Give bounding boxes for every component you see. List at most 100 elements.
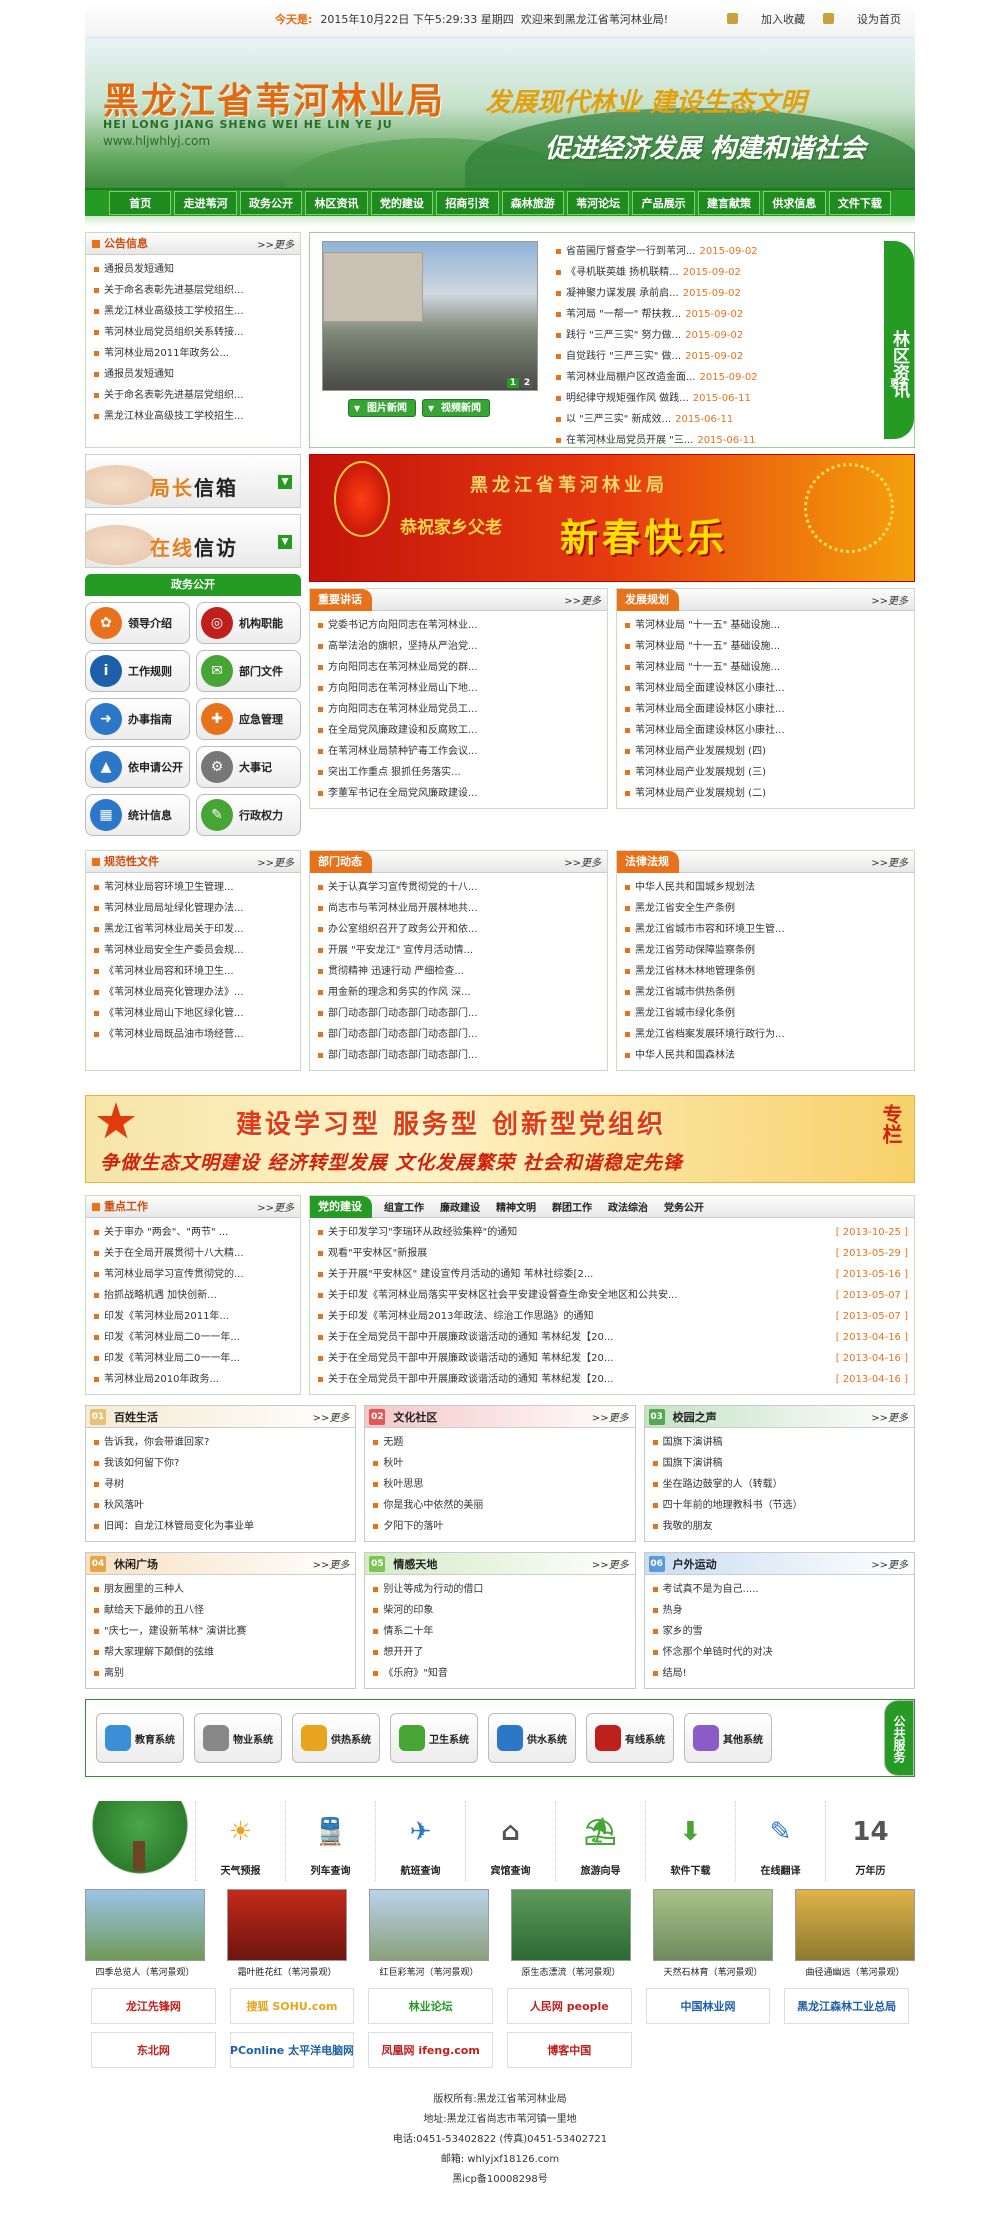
list-item[interactable]: 旧闻：自龙江林管局变化为事业单	[92, 1516, 349, 1537]
scenic-photo[interactable]: 天然石林育（苇河景观）	[653, 1889, 773, 1978]
scenic-photo[interactable]: 四季总览人（苇河景观）	[85, 1889, 205, 1978]
list-item[interactable]: 苇河林业局产业发展规划 (四)	[623, 741, 908, 762]
list-item[interactable]: 方向阳同志在苇河林业局党的群...	[316, 657, 601, 678]
gov-item[interactable]: ➜ 办事指南	[85, 698, 190, 740]
list-item[interactable]: 苇河林业局2010年政务...	[92, 1369, 294, 1390]
list-item[interactable]: 别让等成为行动的借口	[371, 1579, 628, 1600]
list-item[interactable]: 印发《苇河林业局2011年...	[92, 1306, 294, 1327]
friend-link-logo[interactable]: 搜狐 SOHU.com	[229, 1988, 355, 2024]
photo-pager[interactable]: 12	[505, 378, 533, 388]
gov-item[interactable]: ◎ 机构职能	[196, 602, 301, 644]
list-item[interactable]: 部门动态部门动态部门动态部门...	[316, 1024, 601, 1045]
scenic-photo[interactable]: 原生态漂流（苇河景观）	[511, 1889, 631, 1978]
list-item[interactable]: 《乐府》"知音	[371, 1663, 628, 1684]
nav-item[interactable]: 建言献策	[697, 191, 761, 215]
list-item[interactable]: 我该如何留下你?	[92, 1453, 349, 1474]
scenic-photo[interactable]: 红巨彩苇河（苇河景观）	[369, 1889, 489, 1978]
more-link[interactable]: >>更多	[871, 1556, 908, 1571]
list-item[interactable]: 帮大家理解下颠倒的弦维	[92, 1642, 349, 1663]
list-item[interactable]: 家乡的雪	[651, 1621, 908, 1642]
list-item[interactable]: 通报员发短通知	[92, 259, 294, 280]
list-item[interactable]: 秋叶	[371, 1453, 628, 1474]
gov-item[interactable]: ✉ 部门文件	[196, 650, 301, 692]
party-item[interactable]: [ 2013-04-16 ] 关于在全局党员干部中开展廉政谈谐活动的通知 苇林纪发…	[316, 1348, 908, 1369]
list-item[interactable]: 黑龙江省安全生产条例	[623, 898, 908, 919]
list-item[interactable]: 秋风落叶	[92, 1495, 349, 1516]
gov-item[interactable]: ⚙ 大事记	[196, 746, 301, 788]
add-favorite-link[interactable]: 加入收藏	[727, 12, 805, 26]
party-item[interactable]: [ 2013-05-16 ] 关于开展"平安林区" 建设宣传月活动的通知 苇林社综…	[316, 1264, 908, 1285]
list-item[interactable]: 印发《苇河林业局二0一一年...	[92, 1348, 294, 1369]
list-item[interactable]: 用金新的理念和务实的作风 深...	[316, 982, 601, 1003]
list-item[interactable]: 黑龙江林业高级技工学校招生...	[92, 406, 294, 427]
list-item[interactable]: 我敬的朋友	[651, 1516, 908, 1537]
friend-link-logo[interactable]: PConline 太平洋电脑网	[229, 2032, 355, 2068]
news-item[interactable]: 苇河林业局棚户区改造金面... 2015-09-02	[554, 367, 878, 388]
list-item[interactable]: 关于命名表彰先进基层党组织...	[92, 280, 294, 301]
more-link[interactable]: >>更多	[313, 1409, 350, 1424]
more-link[interactable]: >>更多	[313, 1556, 350, 1571]
party-tab[interactable]: 政法综治	[608, 1199, 648, 1214]
friend-link-logo[interactable]: 黑龙江森林工业总局	[784, 1988, 909, 2024]
forest-more-link[interactable]: 更多	[884, 369, 914, 399]
list-item[interactable]: 离别	[92, 1663, 349, 1684]
scenic-photo[interactable]: 霜叶胜花红（苇河景观）	[227, 1889, 347, 1978]
list-item[interactable]: 情系二十年	[371, 1621, 628, 1642]
list-item[interactable]: "庆七一，建设新苇林" 演讲比赛	[92, 1621, 349, 1642]
more-link[interactable]: >>更多	[592, 1556, 629, 1571]
gov-item[interactable]: ✿ 领导介绍	[85, 602, 190, 644]
friend-link-logo[interactable]: 林业论坛	[368, 1988, 493, 2024]
list-item[interactable]: 想开开了	[371, 1642, 628, 1663]
nav-item[interactable]: 首页	[109, 191, 172, 215]
list-item[interactable]: 苇河林业局 "十一五" 基础设施...	[623, 615, 908, 636]
party-item[interactable]: [ 2013-05-29 ] 观看"平安林区"新报展	[316, 1243, 908, 1264]
list-item[interactable]: 苇河林业局产业发展规划 (二)	[623, 783, 908, 804]
party-item[interactable]: [ 2013-05-07 ] 关于印发《苇河林业局落实平安林区社会平安建设督查生命…	[316, 1285, 908, 1306]
list-item[interactable]: 办公室组织召开了政务公开和依...	[316, 919, 601, 940]
friend-link-logo[interactable]: 博客中国	[506, 2032, 632, 2068]
list-item[interactable]: 苇河林业局安全生产委员会规...	[92, 940, 294, 961]
friend-link-logo[interactable]: 龙江先锋网	[91, 1988, 216, 2024]
more-link[interactable]: >>更多	[592, 1409, 629, 1424]
list-item[interactable]: 抬抓战略机遇 加快创新...	[92, 1285, 294, 1306]
list-item[interactable]: 苇河林业局局址绿化管理办法...	[92, 898, 294, 919]
forest-info-tab[interactable]: 林区资讯 更多	[884, 241, 914, 439]
list-item[interactable]: 黑龙江省林木林地管理条例	[623, 961, 908, 982]
list-item[interactable]: 黑龙江省劳动保障监察条例	[623, 940, 908, 961]
service-button[interactable]: 供水系统	[488, 1713, 576, 1763]
list-item[interactable]: 考试真不是为自己.....	[651, 1579, 908, 1600]
list-item[interactable]: 苇河林业局学习宣传贯彻党的...	[92, 1264, 294, 1285]
list-item[interactable]: 关于认真学习宣传贯彻党的十八...	[316, 877, 601, 898]
photo-news-button[interactable]: 图片新闻	[348, 399, 416, 418]
list-item[interactable]: 通报员发短通知	[92, 364, 294, 385]
list-item[interactable]: 结局!	[651, 1663, 908, 1684]
nav-item[interactable]: 党的建设	[370, 191, 434, 215]
list-item[interactable]: 献给天下最帅的丑八怪	[92, 1600, 349, 1621]
tool-link[interactable]: 🚆 列车查询	[285, 1801, 375, 1881]
list-item[interactable]: 在苇河林业局禁种铲毒工作会议...	[316, 741, 601, 762]
service-button[interactable]: 教育系统	[96, 1713, 184, 1763]
tool-link[interactable]: ☀ 天气预报	[195, 1801, 285, 1881]
list-item[interactable]: 部门动态部门动态部门动态部门...	[316, 1003, 601, 1024]
more-link[interactable]: >>更多	[871, 1409, 908, 1424]
service-button[interactable]: 卫生系统	[390, 1713, 478, 1763]
nav-item[interactable]: 林区资讯	[305, 191, 368, 215]
tool-link[interactable]: 14 万年历	[825, 1801, 915, 1881]
list-item[interactable]: 方向阳同志在苇河林业局党员工...	[316, 699, 601, 720]
list-item[interactable]: 苇河林业局产业发展规划 (三)	[623, 762, 908, 783]
news-item[interactable]: 凝神聚力谋发展 承前启... 2015-09-02	[554, 283, 878, 304]
nav-item[interactable]: 森林旅游	[501, 191, 564, 215]
nav-item[interactable]: 走进苇河	[174, 191, 237, 215]
list-item[interactable]: 黑龙江省城市供热条例	[623, 982, 908, 1003]
list-item[interactable]: 无题	[371, 1432, 628, 1453]
list-item[interactable]: 高举法治的旗帜，坚持从严治党...	[316, 636, 601, 657]
list-item[interactable]: 苇河林业局全面建设林区小康社...	[623, 720, 908, 741]
list-item[interactable]: 你是我心中依然的美丽	[371, 1495, 628, 1516]
director-mailbox-button[interactable]: 局长信箱 ▼	[85, 454, 301, 508]
online-petition-button[interactable]: 在线信访 ▼	[85, 514, 301, 568]
gov-item[interactable]: ✎ 行政权力	[196, 794, 301, 836]
list-item[interactable]: 朋友圈里的三种人	[92, 1579, 349, 1600]
news-item[interactable]: 苇河局 "一帮一" 帮扶救... 2015-09-02	[554, 304, 878, 325]
gov-item[interactable]: i 工作规则	[85, 650, 190, 692]
friend-link-logo[interactable]: 东北网	[91, 2032, 216, 2068]
